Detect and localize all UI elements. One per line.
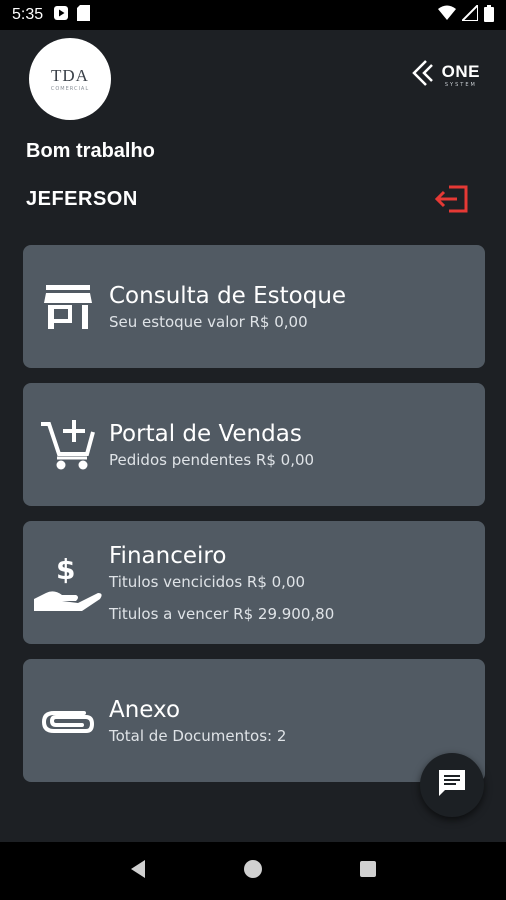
card-title: Anexo bbox=[109, 696, 181, 723]
signal-icon bbox=[459, 2, 479, 25]
battery-icon bbox=[484, 4, 494, 26]
add-cart-icon bbox=[23, 418, 109, 472]
brand-logo: ONE SYSTEM bbox=[410, 58, 480, 92]
card-subtitle: Seu estoque valor R$ 0,00 bbox=[109, 312, 308, 331]
card-subtitle: Pedidos pendentes R$ 0,00 bbox=[109, 450, 315, 469]
logout-icon bbox=[434, 185, 469, 217]
card-subtitle: Titulos vencicidos R$ 0,00 bbox=[109, 572, 306, 591]
back-icon bbox=[129, 859, 147, 883]
store-icon bbox=[23, 284, 109, 329]
card-title: Financeiro bbox=[109, 542, 227, 569]
nav-recents-button[interactable] bbox=[348, 851, 388, 891]
paperclip-icon bbox=[23, 705, 109, 737]
card-subtitle-secondary: Titulos a vencer R$ 29.900,80 bbox=[109, 604, 335, 623]
card-financeiro[interactable]: $ Financeiro Titulos vencicidos R$ 0,00 … bbox=[23, 521, 485, 644]
media-play-icon bbox=[53, 5, 69, 25]
sd-card-icon bbox=[77, 5, 91, 25]
brand-chevron-icon bbox=[410, 58, 440, 92]
logout-button[interactable] bbox=[432, 184, 472, 218]
wifi-icon bbox=[438, 5, 456, 25]
money-hand-icon: $ bbox=[23, 551, 109, 615]
header: TDA COMERCIAL ONE SYSTEM Bom trabalho JE… bbox=[0, 30, 506, 240]
status-time: 5:35 bbox=[12, 6, 44, 23]
card-title: Consulta de Estoque bbox=[109, 282, 347, 309]
card-consulta-estoque[interactable]: Consulta de Estoque Seu estoque valor R$… bbox=[23, 245, 485, 368]
svg-text:$: $ bbox=[56, 553, 75, 586]
recents-icon bbox=[359, 860, 377, 882]
brand-name: ONE bbox=[441, 62, 480, 81]
card-subtitle: Total de Documentos: 2 bbox=[109, 726, 287, 745]
card-portal-vendas[interactable]: Portal de Vendas Pedidos pendentes R$ 0,… bbox=[23, 383, 485, 506]
chat-button[interactable] bbox=[420, 753, 484, 817]
brand-sub: SYSTEM bbox=[444, 82, 477, 88]
system-nav-bar bbox=[0, 842, 506, 900]
greeting-text: Bom trabalho bbox=[26, 140, 155, 162]
status-bar: 5:35 bbox=[0, 0, 506, 30]
logo-text: TDA bbox=[51, 66, 89, 85]
nav-back-button[interactable] bbox=[118, 851, 158, 891]
nav-home-button[interactable] bbox=[233, 851, 273, 891]
username-text: JEFERSON bbox=[26, 188, 138, 210]
company-logo: TDA COMERCIAL bbox=[29, 38, 111, 120]
home-icon bbox=[243, 859, 263, 883]
logo-subtext: COMERCIAL bbox=[50, 86, 90, 92]
chat-icon bbox=[436, 767, 468, 803]
card-title: Portal de Vendas bbox=[109, 420, 302, 447]
card-anexo[interactable]: Anexo Total de Documentos: 2 bbox=[23, 659, 485, 782]
